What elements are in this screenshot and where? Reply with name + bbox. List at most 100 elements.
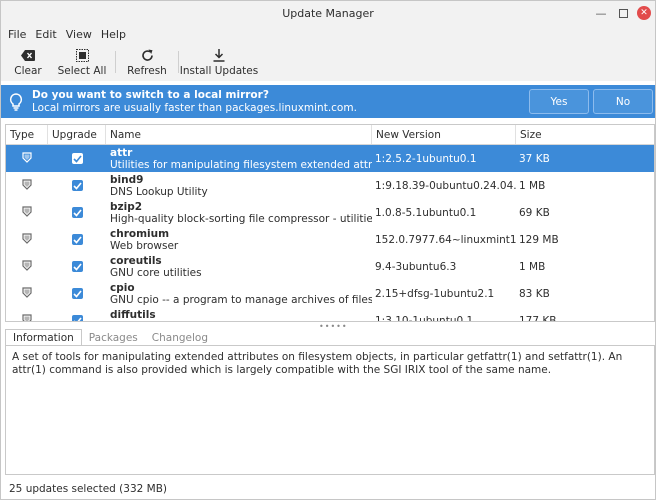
shield-icon	[22, 259, 32, 274]
menu-help[interactable]: Help	[98, 28, 130, 41]
new-version-cell: 2.15+dfsg-1ubuntu2.1	[375, 287, 495, 300]
download-icon	[213, 47, 225, 63]
upgrade-cell	[48, 226, 106, 253]
package-summary: GNU core utilities	[110, 266, 202, 279]
yes-button[interactable]: Yes	[529, 89, 589, 114]
upgrade-checkbox[interactable]	[71, 315, 83, 321]
select-all-button[interactable]: Select All	[51, 43, 113, 81]
table-row[interactable]: bind9 DNS Lookup Utility 1:9.18.39-0ubuntu…	[6, 172, 654, 199]
refresh-label: Refresh	[127, 65, 167, 77]
no-button[interactable]: No	[593, 89, 653, 114]
window-controls: — ✕	[593, 1, 651, 25]
package-name: chromium	[110, 227, 170, 240]
shield-icon	[22, 232, 32, 247]
shield-icon	[22, 313, 32, 321]
type-cell	[6, 253, 48, 280]
name-cell: bzip2 High-quality block-sorting file com…	[106, 199, 372, 226]
size-cell: 1 MB	[519, 179, 546, 192]
upgrade-checkbox[interactable]	[71, 153, 83, 164]
window-title: Update Manager	[282, 6, 374, 20]
shield-icon	[22, 151, 32, 166]
information-panel: A set of tools for manipulating extended…	[5, 345, 655, 475]
select-all-icon	[75, 47, 89, 63]
column-header-size[interactable]: Size	[516, 125, 654, 144]
new-version-cell: 1:9.18.39-0ubuntu0.24.04.7	[375, 179, 516, 192]
type-cell	[6, 145, 48, 172]
updates-table: Type Upgrade Name New Version Size attr U…	[5, 124, 655, 322]
column-header-name[interactable]: Name	[106, 125, 372, 144]
details-tabs: Information Packages Changelog	[5, 329, 215, 346]
name-cell: bind9 DNS Lookup Utility	[106, 172, 372, 199]
table-row[interactable]: bzip2 High-quality block-sorting file com…	[6, 199, 654, 226]
menu-view[interactable]: View	[63, 28, 96, 41]
upgrade-checkbox[interactable]	[71, 234, 83, 245]
new-version-cell: 9.4-3ubuntu6.3	[375, 260, 457, 273]
package-summary: DNS Lookup Utility	[110, 185, 208, 198]
upgrade-cell	[48, 199, 106, 226]
upgrade-checkbox[interactable]	[71, 180, 83, 191]
table-row[interactable]: chromium Web browser 152.0.7977.64~linuxmi…	[6, 226, 654, 253]
new-version-cell: 1:2.5.2-1ubuntu0.1	[375, 152, 477, 165]
size-cell: 69 KB	[519, 206, 550, 219]
minimize-icon[interactable]: —	[593, 5, 609, 21]
maximize-icon[interactable]	[615, 5, 631, 21]
shield-icon	[22, 178, 32, 193]
tab-information[interactable]: Information	[5, 329, 82, 346]
clear-button[interactable]: Clear	[5, 43, 51, 81]
backspace-icon	[21, 47, 35, 63]
table-row[interactable]: coreutils GNU core utilities 9.4-3ubuntu6.…	[6, 253, 654, 280]
install-updates-label: Install Updates	[179, 65, 259, 77]
package-summary: High-quality block-sorting file compress…	[110, 212, 372, 225]
mirror-infobar: Do you want to switch to a local mirror?…	[1, 85, 655, 118]
new-version-cell: 152.0.7977.64~linuxmint1+zena	[375, 233, 516, 246]
toolbar-separator	[115, 51, 116, 73]
upgrade-cell	[48, 307, 106, 321]
name-cell: chromium Web browser	[106, 226, 372, 253]
upgrade-cell	[48, 145, 106, 172]
upgrade-cell	[48, 280, 106, 307]
type-cell	[6, 280, 48, 307]
package-name: diffutils	[110, 308, 156, 321]
column-header-upgrade[interactable]: Upgrade	[48, 125, 106, 144]
name-cell: attr Utilities for manipulating filesyste…	[106, 145, 372, 172]
refresh-icon	[141, 47, 154, 63]
menu-edit[interactable]: Edit	[32, 28, 60, 41]
type-cell	[6, 226, 48, 253]
size-cell: 129 MB	[519, 233, 559, 246]
new-version-cell: 1:3.10-1ubuntu0.1	[375, 314, 474, 322]
size-cell: 177 KB	[519, 314, 557, 322]
name-cell: coreutils GNU core utilities	[106, 253, 372, 280]
select-all-label: Select All	[57, 65, 107, 77]
shield-icon	[22, 286, 32, 301]
new-version-cell: 1.0.8-5.1ubuntu0.1	[375, 206, 477, 219]
size-cell: 1 MB	[519, 260, 546, 273]
package-name: cpio	[110, 281, 135, 294]
package-summary: Utilities for manipulating filesystem ex…	[110, 158, 372, 171]
package-name: coreutils	[110, 254, 162, 267]
lightbulb-icon	[4, 92, 28, 111]
upgrade-checkbox[interactable]	[71, 288, 83, 299]
infobar-title: Do you want to switch to a local mirror?	[32, 88, 269, 101]
type-cell	[6, 307, 48, 321]
close-icon[interactable]: ✕	[637, 6, 651, 20]
table-header: Type Upgrade Name New Version Size	[6, 125, 654, 145]
table-row[interactable]: cpio GNU cpio -- a program to manage arch…	[6, 280, 654, 307]
tab-changelog[interactable]: Changelog	[145, 329, 215, 346]
type-cell	[6, 172, 48, 199]
table-row[interactable]: diffutilsFile comparison utilities1:3.10…	[6, 307, 654, 322]
column-header-new-version[interactable]: New Version	[372, 125, 516, 144]
pane-resize-handle[interactable]: •••••	[319, 322, 348, 331]
type-cell	[6, 199, 48, 226]
install-updates-button[interactable]: Install Updates	[179, 43, 259, 81]
column-header-type[interactable]: Type	[6, 125, 48, 144]
package-name: bzip2	[110, 200, 143, 213]
upgrade-checkbox[interactable]	[71, 261, 83, 272]
menu-file[interactable]: File	[5, 28, 30, 41]
toolbar: Clear Select All Refresh Install Updates	[1, 43, 655, 81]
refresh-button[interactable]: Refresh	[118, 43, 176, 81]
upgrade-checkbox[interactable]	[71, 207, 83, 218]
tab-packages[interactable]: Packages	[82, 329, 145, 346]
update-manager-window: Update Manager — ✕ File Edit View Help C…	[0, 0, 656, 500]
upgrade-cell	[48, 253, 106, 280]
table-row[interactable]: attr Utilities for manipulating filesyste…	[6, 145, 654, 172]
